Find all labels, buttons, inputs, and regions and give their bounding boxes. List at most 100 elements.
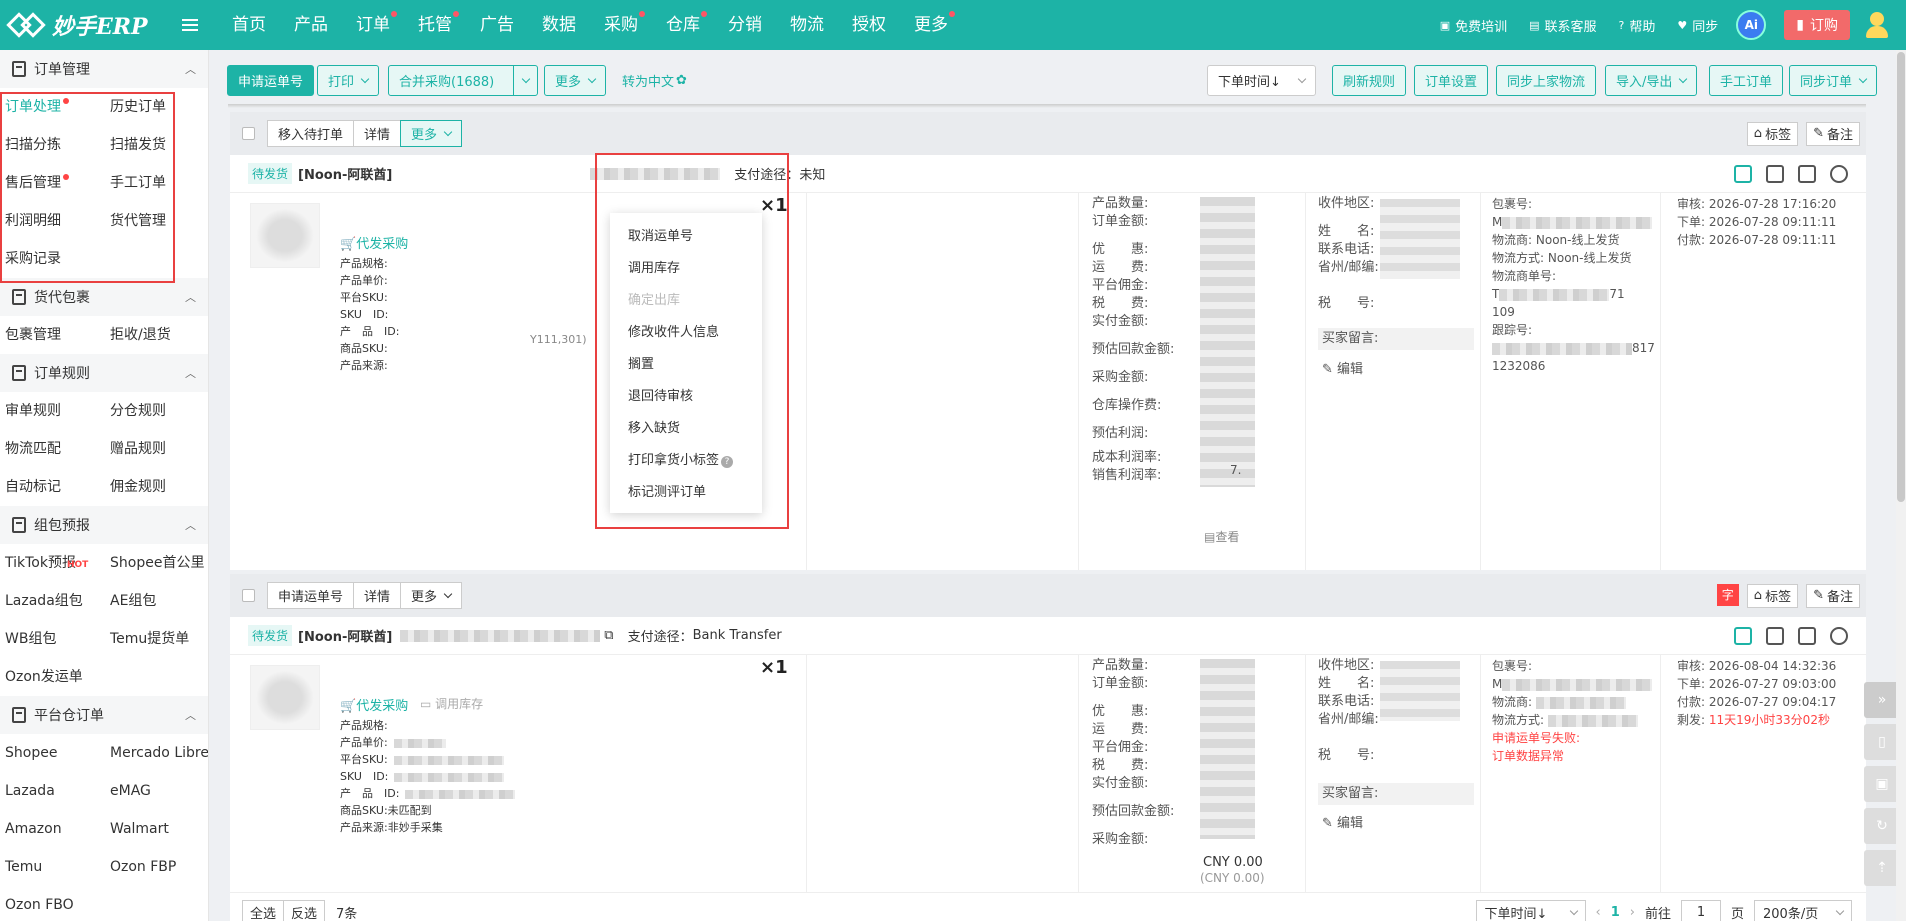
sidebar-section-header[interactable]: 平台仓订单 ︿ bbox=[0, 696, 208, 734]
apply-waybill-button[interactable]: 申请运单号 bbox=[267, 582, 355, 609]
per-page-select[interactable]: 200条/页 bbox=[1754, 899, 1852, 921]
select-all-button[interactable]: 全选 bbox=[242, 899, 285, 921]
translate-badge[interactable]: 字 bbox=[1716, 583, 1739, 606]
more-button[interactable]: 更多 bbox=[544, 65, 607, 96]
scrollbar-thumb[interactable] bbox=[1897, 52, 1905, 502]
nav-item[interactable]: 数据 bbox=[528, 0, 590, 50]
back-to-top-icon[interactable]: ⇡ bbox=[1864, 850, 1900, 886]
product-image[interactable] bbox=[250, 203, 320, 268]
sidebar-item[interactable]: Amazon bbox=[0, 810, 105, 848]
sort-select[interactable]: 下单时间↓ bbox=[1207, 65, 1316, 96]
nav-item[interactable]: 首页 bbox=[218, 0, 280, 50]
sidebar-item[interactable]: 物流匹配 bbox=[0, 430, 105, 468]
sidebar-section-header[interactable]: 订单规则 ︿ bbox=[0, 354, 208, 392]
bottom-sort-select[interactable]: 下单时间↓ bbox=[1475, 899, 1586, 921]
merge-purchase-button[interactable]: 合并采购(1688) bbox=[388, 65, 538, 96]
scrollbar[interactable] bbox=[1896, 50, 1906, 921]
manual-order-button[interactable]: 手工订单 bbox=[1709, 65, 1784, 96]
sidebar-item[interactable]: Lazada组包 bbox=[0, 582, 105, 620]
purchase-link[interactable]: 🛒代发采购 bbox=[340, 695, 408, 714]
order-checkbox[interactable] bbox=[242, 589, 255, 602]
sidebar-item[interactable]: 自动标记 bbox=[0, 468, 105, 506]
sync-orders-button[interactable]: 同步订单 bbox=[1789, 65, 1878, 96]
sidebar-item[interactable]: Temu bbox=[0, 848, 105, 886]
detail-button[interactable]: 详情 bbox=[353, 120, 402, 147]
purchase-link[interactable]: 🛒代发采购 bbox=[340, 233, 408, 252]
sync-logistics-button[interactable]: 同步上家物流 bbox=[1496, 65, 1597, 96]
ship-icon[interactable] bbox=[1734, 626, 1752, 645]
sidebar-item[interactable]: Walmart bbox=[105, 810, 208, 848]
order-checkbox[interactable] bbox=[242, 127, 255, 140]
sidebar-item[interactable]: Ozon FBP bbox=[105, 848, 208, 886]
import-export-button[interactable]: 导入/导出 bbox=[1605, 65, 1698, 96]
print-icon[interactable] bbox=[1766, 164, 1784, 183]
view-link[interactable]: ▤查看 bbox=[1204, 528, 1239, 545]
sidebar-item[interactable]: 包裹管理 bbox=[0, 316, 105, 354]
menu-toggle-icon[interactable] bbox=[182, 19, 198, 31]
product-image[interactable] bbox=[250, 665, 320, 730]
mobile-icon[interactable]: ▯ bbox=[1864, 724, 1900, 760]
sidebar-item[interactable]: WB组包 bbox=[0, 620, 105, 658]
nav-item[interactable]: 仓库 bbox=[652, 0, 714, 50]
next-page-icon[interactable]: › bbox=[1630, 905, 1635, 920]
sidebar-item[interactable]: 审单规则 bbox=[0, 392, 105, 430]
sidebar-item[interactable]: Shopee bbox=[0, 734, 105, 772]
sidebar-item[interactable]: 赠品规则 bbox=[105, 430, 208, 468]
note-button[interactable]: ✎ 备注 bbox=[1806, 121, 1860, 146]
nav-item[interactable]: 托管 bbox=[404, 0, 466, 50]
sidebar-item[interactable]: 拒收/退货 bbox=[105, 316, 208, 354]
order-button[interactable]: ▮ 订购 bbox=[1784, 10, 1850, 40]
sidebar-item[interactable]: Ozon FBO bbox=[0, 886, 105, 921]
nav-item[interactable]: 更多 bbox=[900, 0, 962, 50]
order-settings-button[interactable]: 订单设置 bbox=[1414, 65, 1489, 96]
nav-item[interactable]: 广告 bbox=[466, 0, 528, 50]
chevron-up-icon[interactable]: ︿ bbox=[185, 365, 196, 381]
clipboard-icon[interactable] bbox=[1798, 626, 1816, 645]
sidebar-item[interactable]: Temu提货单 bbox=[105, 620, 208, 658]
help-link[interactable]: ? 帮助 bbox=[1619, 16, 1656, 35]
sidebar-section-header[interactable]: 货代包裹 ︿ bbox=[0, 278, 208, 316]
service-link[interactable]: ▤ 联系客服 bbox=[1529, 16, 1596, 35]
nav-item[interactable]: 采购 bbox=[590, 0, 652, 50]
chevron-up-icon[interactable]: ︿ bbox=[185, 517, 196, 533]
avatar[interactable] bbox=[1864, 10, 1894, 40]
sidebar-item[interactable]: TikTok预报 HOT bbox=[0, 544, 105, 582]
check-circle-icon[interactable] bbox=[1830, 626, 1848, 645]
sidebar-item[interactable]: Mercado Libre bbox=[105, 734, 208, 772]
order-more-button[interactable]: 更多 bbox=[400, 582, 463, 609]
sidebar-item[interactable]: Shopee首公里 bbox=[105, 544, 208, 582]
tag-button[interactable]: ⌂ 标签 bbox=[1746, 583, 1799, 608]
order-more-button[interactable]: 更多 bbox=[400, 120, 463, 147]
sidebar-section-header[interactable]: 组包预报 ︿ bbox=[0, 506, 208, 544]
current-page[interactable]: 1 bbox=[1611, 905, 1620, 920]
edit-receiver-link[interactable]: ✎ 编辑 bbox=[1322, 361, 1363, 379]
sidebar-item[interactable]: 分仓规则 bbox=[105, 392, 208, 430]
detail-button[interactable]: 详情 bbox=[353, 582, 402, 609]
clipboard-icon[interactable] bbox=[1798, 164, 1816, 183]
goto-input[interactable]: 1 bbox=[1680, 899, 1721, 921]
apply-waybill-button[interactable]: 申请运单号 bbox=[227, 65, 315, 96]
refresh-icon[interactable]: ↻ bbox=[1864, 808, 1900, 844]
nav-item[interactable]: 物流 bbox=[776, 0, 838, 50]
sidebar-item[interactable]: Ozon发运单 bbox=[0, 658, 105, 696]
copy-icon[interactable]: ⧉ bbox=[604, 628, 613, 643]
nav-item[interactable]: 授权 bbox=[838, 0, 900, 50]
nav-item[interactable]: 订单 bbox=[342, 0, 404, 50]
training-link[interactable]: ▣ 免费培训 bbox=[1440, 16, 1507, 35]
double-chevron-right-icon[interactable]: » bbox=[1864, 682, 1900, 718]
sidebar-item[interactable]: AE组包 bbox=[105, 582, 208, 620]
sidebar-item[interactable]: 佣金规则 bbox=[105, 468, 208, 506]
chevron-up-icon[interactable]: ︿ bbox=[185, 289, 196, 305]
logo[interactable]: 妙手ERP bbox=[0, 9, 182, 41]
chevron-up-icon[interactable]: ︿ bbox=[185, 61, 196, 77]
chevron-up-icon[interactable]: ︿ bbox=[185, 707, 196, 723]
edit-receiver-link[interactable]: ✎ 编辑 bbox=[1322, 815, 1363, 833]
print-button[interactable]: 打印 bbox=[317, 65, 380, 96]
call-stock-link[interactable]: ▭ 调用库存 bbox=[420, 695, 483, 712]
prev-page-icon[interactable]: ‹ bbox=[1596, 905, 1601, 920]
note-button[interactable]: ✎ 备注 bbox=[1806, 583, 1860, 608]
nav-item[interactable]: 产品 bbox=[280, 0, 342, 50]
move-to-print-button[interactable]: 移入待打单 bbox=[267, 120, 355, 147]
sidebar-section-header[interactable]: 订单管理 ︿ bbox=[0, 50, 208, 88]
merge-dropdown-toggle[interactable] bbox=[513, 66, 537, 95]
